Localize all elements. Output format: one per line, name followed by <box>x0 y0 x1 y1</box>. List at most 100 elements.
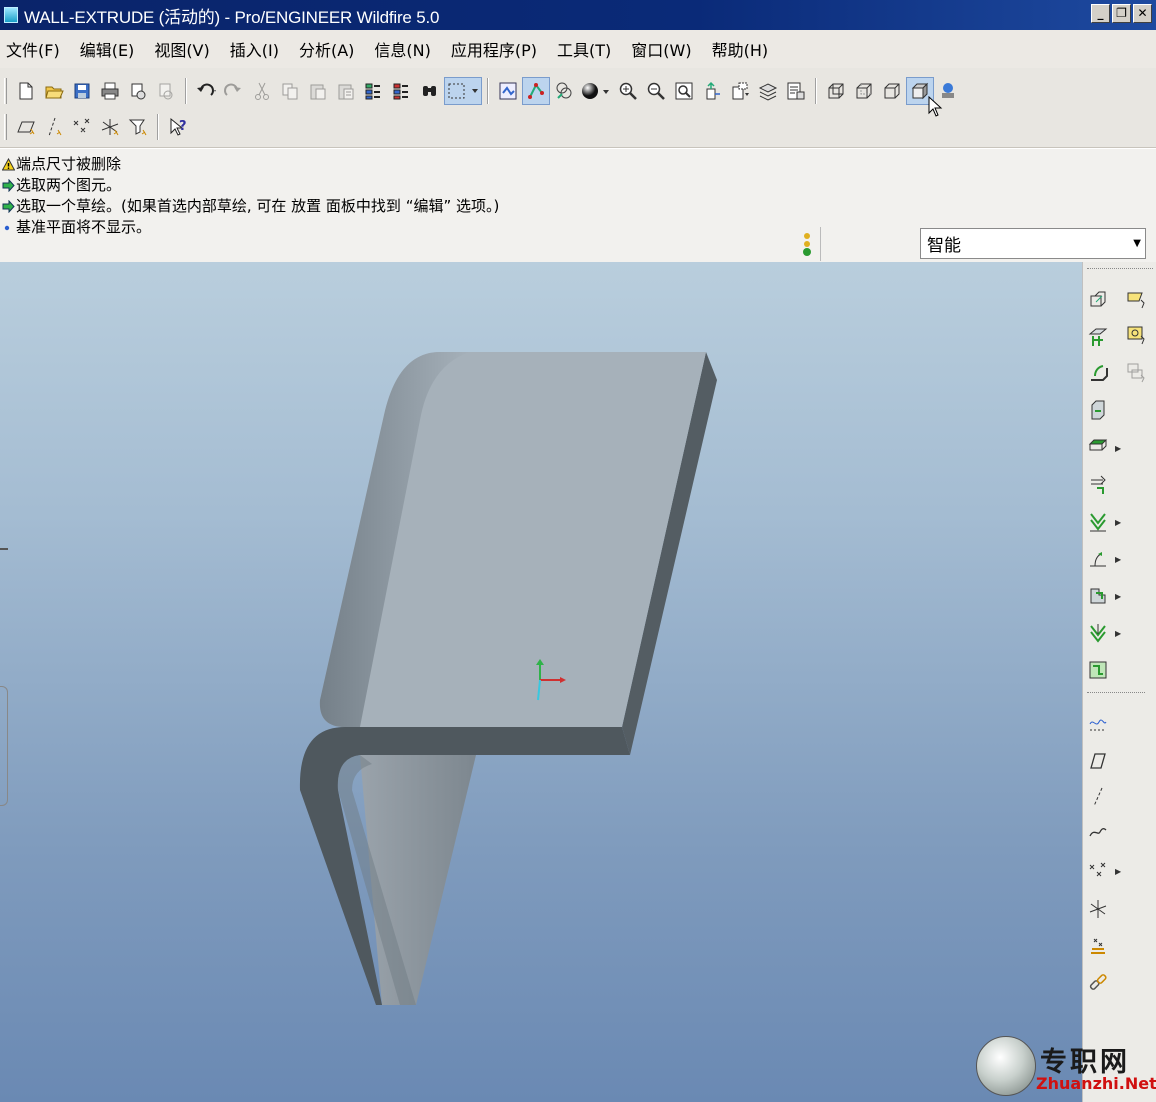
warning-icon <box>2 157 15 170</box>
minimize-button[interactable]: _ <box>1091 4 1110 23</box>
open-file-icon[interactable] <box>40 77 68 105</box>
toolbar-grip[interactable] <box>1087 268 1153 271</box>
new-file-icon[interactable] <box>12 77 40 105</box>
csys-display-icon[interactable] <box>96 113 124 141</box>
layer-tree-icon[interactable] <box>754 77 782 105</box>
datum-axis-display-icon[interactable] <box>40 113 68 141</box>
point-display-icon[interactable] <box>68 113 96 141</box>
bend-back-icon[interactable] <box>1085 657 1111 683</box>
datum-display-icon[interactable] <box>522 77 550 105</box>
setup-display-icon[interactable] <box>782 77 810 105</box>
toolbar-separator <box>185 78 187 104</box>
toolbar-grip[interactable] <box>4 78 7 104</box>
message-line-prompt: 选取两个图元。 <box>2 175 121 195</box>
menu-insert[interactable]: 插入(I) <box>228 34 281 64</box>
menu-tools[interactable]: 工具(T) <box>555 34 613 64</box>
merge-icon[interactable] <box>1085 509 1111 535</box>
datum-plane-icon[interactable] <box>1085 748 1111 774</box>
sheetmetal-convert-icon[interactable] <box>1085 286 1111 312</box>
menu-view[interactable]: 视图(V) <box>152 34 211 64</box>
zoom-in-icon[interactable] <box>614 77 642 105</box>
orient-icon[interactable] <box>698 77 726 105</box>
datum-axis-icon[interactable] <box>1085 784 1111 810</box>
print-icon[interactable] <box>96 77 124 105</box>
context-help-icon[interactable]: ? <box>164 113 192 141</box>
navigator-collapse-tab[interactable] <box>0 686 8 806</box>
feature-toolbar: ▶ ▶ ▶ ▶ ▶ ▶ <box>1082 262 1156 1102</box>
flat-pattern-icon[interactable] <box>1123 286 1149 312</box>
bend-arrow[interactable]: ▶ <box>1115 555 1121 564</box>
form-icon[interactable] <box>1123 322 1149 348</box>
menu-help[interactable]: 帮助(H) <box>710 34 771 64</box>
toolbar-area: ? <box>0 68 1156 148</box>
csys-icon[interactable] <box>1085 896 1111 922</box>
email-link-icon[interactable] <box>152 77 180 105</box>
saved-views-icon[interactable] <box>726 77 754 105</box>
menu-applications[interactable]: 应用程序(P) <box>449 34 539 64</box>
edge-bend-icon[interactable] <box>1085 583 1111 609</box>
redo-icon[interactable] <box>220 77 248 105</box>
message-line-info: 基准平面将不显示。 <box>2 217 151 237</box>
sheetmetal-part-model[interactable] <box>0 262 1082 1102</box>
copy-icon[interactable] <box>276 77 304 105</box>
unbend-arrow[interactable]: ▶ <box>1115 629 1121 638</box>
chevron-down-icon: ▼ <box>1133 238 1141 249</box>
datum-curve-icon[interactable] <box>1085 820 1111 846</box>
find-icon[interactable] <box>416 77 444 105</box>
flatten-form-icon[interactable] <box>1123 359 1149 385</box>
toolbar-grip[interactable] <box>4 114 7 140</box>
menu-edit[interactable]: 编辑(E) <box>78 34 137 64</box>
datum-toolbar: ? <box>4 110 192 144</box>
prompt-arrow-icon <box>2 178 15 192</box>
unattached-wall-icon[interactable] <box>1085 397 1111 423</box>
unbend-icon[interactable] <box>1085 620 1111 646</box>
zoom-out-icon[interactable] <box>642 77 670 105</box>
rip-icon[interactable] <box>1085 472 1111 498</box>
layers-icon[interactable] <box>550 77 578 105</box>
email-icon[interactable] <box>124 77 152 105</box>
menu-info[interactable]: 信息(N) <box>372 34 432 64</box>
datum-point-icon[interactable] <box>1085 858 1111 884</box>
hidden-line-icon[interactable] <box>850 77 878 105</box>
annotation-display-icon[interactable] <box>124 113 152 141</box>
app-icon <box>4 7 18 23</box>
save-icon[interactable] <box>68 77 96 105</box>
close-button[interactable]: ✕ <box>1133 4 1152 23</box>
shading-sphere-icon[interactable] <box>578 77 614 105</box>
menu-window[interactable]: 窗口(W) <box>629 34 693 64</box>
undo-icon[interactable] <box>192 77 220 105</box>
view-manager-icon[interactable] <box>494 77 522 105</box>
datum-point-arrow[interactable]: ▶ <box>1115 867 1121 876</box>
merge-arrow[interactable]: ▶ <box>1115 518 1121 527</box>
menu-file[interactable]: 文件(F) <box>4 34 62 64</box>
status-light-icon[interactable] <box>800 231 814 259</box>
refit-icon[interactable] <box>670 77 698 105</box>
menu-analysis[interactable]: 分析(A) <box>297 34 356 64</box>
chain-link-icon[interactable] <box>1085 970 1111 996</box>
selection-filter-dropdown[interactable]: 智能 ▼ <box>920 228 1146 259</box>
wireframe-icon[interactable] <box>822 77 850 105</box>
bend-icon[interactable] <box>1085 546 1111 572</box>
extrude-wall-icon[interactable] <box>1085 434 1111 460</box>
restore-button[interactable]: ❐ <box>1112 4 1131 23</box>
regen-manager-icon[interactable] <box>388 77 416 105</box>
select-box-icon[interactable] <box>444 77 482 105</box>
flat-wall-icon[interactable] <box>1085 324 1111 350</box>
window-title: WALL-EXTRUDE (活动的) - Pro/ENGINEER Wildfi… <box>24 7 440 27</box>
message-line-prompt: 选取一个草绘。(如果首选内部草绘, 可在 放置 面板中找到 “编辑” 选项。) <box>2 196 499 216</box>
extrude-wall-arrow[interactable]: ▶ <box>1115 444 1121 453</box>
datum-curve-sketch-icon[interactable] <box>1085 710 1111 736</box>
analysis-feature-icon[interactable] <box>1085 933 1111 959</box>
paste-icon[interactable] <box>304 77 332 105</box>
edge-bend-arrow[interactable]: ▶ <box>1115 592 1121 601</box>
cut-icon[interactable] <box>248 77 276 105</box>
flange-wall-icon[interactable] <box>1085 360 1111 386</box>
graphics-viewport[interactable] <box>0 262 1082 1102</box>
no-hidden-icon[interactable] <box>878 77 906 105</box>
paste-special-icon[interactable] <box>332 77 360 105</box>
prompt-arrow-icon <box>2 199 15 213</box>
window-controls: _ ❐ ✕ <box>1091 4 1152 23</box>
watermark-english: Zhuanzhi.Net <box>1036 1074 1156 1093</box>
regenerate-icon[interactable] <box>360 77 388 105</box>
datum-plane-display-icon[interactable] <box>12 113 40 141</box>
